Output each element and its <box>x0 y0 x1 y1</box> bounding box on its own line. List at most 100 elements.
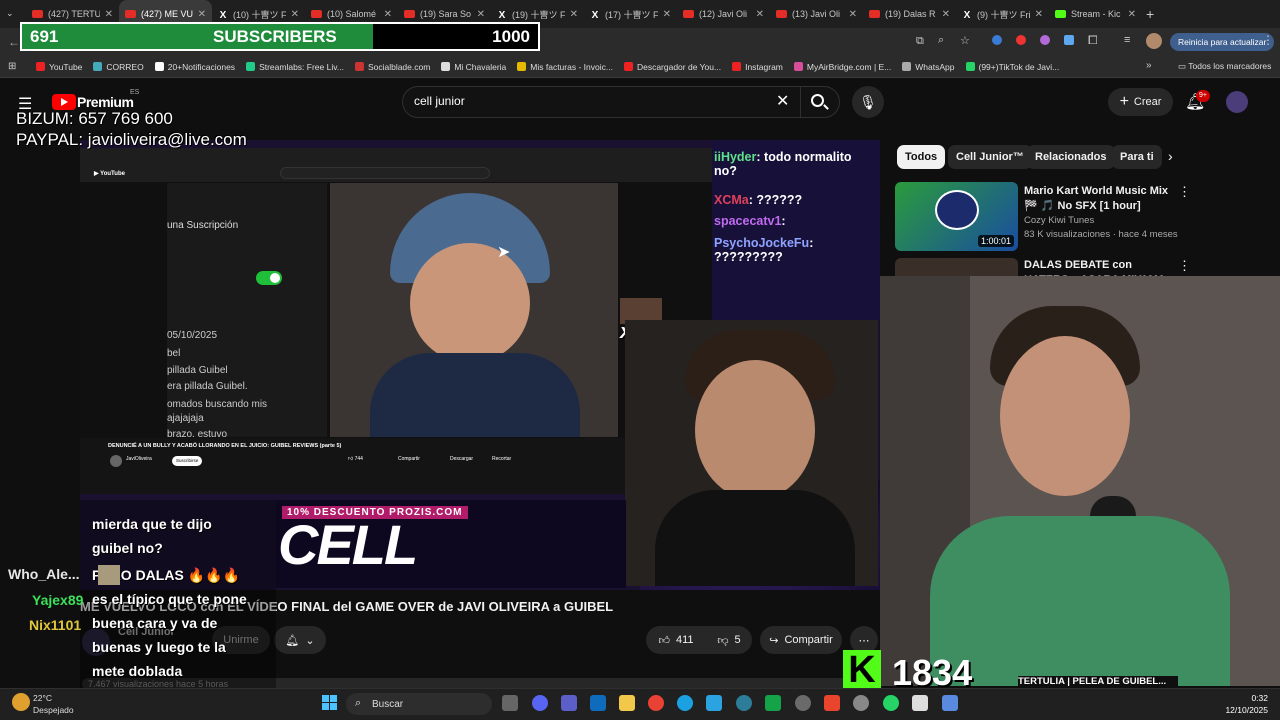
bookmark-item[interactable]: (99+)TikTok de Javi... <box>965 62 1059 72</box>
chat-username: XCMa <box>714 193 749 207</box>
recommendation-title[interactable]: TERTULIA | PELEA DE GUIBEL... <box>1018 676 1178 688</box>
bookmark-item[interactable]: YouTube <box>36 62 82 72</box>
update-button[interactable]: Reinicia para actualizar <box>1170 33 1275 51</box>
share-button[interactable]: ↪ Compartir <box>760 626 842 654</box>
recommendation-thumbnail[interactable] <box>895 258 1018 276</box>
browser-tab[interactable]: Stream - Kic ✕ <box>1049 0 1142 28</box>
close-tab-icon[interactable]: ✕ <box>105 9 113 20</box>
recommendation-channel[interactable]: Cozy Kiwi Tunes <box>1024 215 1094 226</box>
telegram-icon[interactable] <box>706 695 722 711</box>
close-tab-icon[interactable]: ✕ <box>477 9 485 20</box>
reading-list-icon[interactable]: ≡ <box>1124 34 1130 46</box>
all-bookmarks-folder[interactable]: ▭ Todos los marcadores <box>1178 61 1271 72</box>
scrollbar[interactable] <box>1268 82 1274 272</box>
new-tab-icon[interactable]: + <box>1146 6 1154 22</box>
bookmark-item[interactable]: Mi Chavaleria <box>441 62 506 72</box>
search-button[interactable] <box>800 87 840 117</box>
clear-search-icon[interactable]: ✕ <box>776 91 789 111</box>
dislike-button[interactable]: 👎︎ 5 <box>706 626 752 654</box>
back-arrow-icon[interactable]: ← <box>8 35 20 49</box>
weather-widget[interactable]: 22°C Despejado <box>33 692 74 716</box>
browser-tab[interactable]: X (17) 十曺ツ F ✕ <box>584 0 677 28</box>
bookmark-item[interactable]: Mis facturas - Invoic... <box>517 62 613 72</box>
system-clock[interactable]: 0:32 12/10/2025 <box>1225 692 1268 716</box>
more-bookmarks-icon[interactable]: » <box>1146 60 1152 71</box>
app-icon[interactable] <box>824 695 840 711</box>
settings-gear-icon[interactable] <box>942 695 958 711</box>
taskbar-search[interactable]: ⌕ Buscar <box>346 693 492 715</box>
subscribed-bell-button[interactable]: 🔔︎ ⌄ <box>274 626 326 654</box>
windows-start-icon[interactable] <box>322 695 338 711</box>
cast-icon[interactable]: ⧉ <box>916 35 924 48</box>
recommendation-thumbnail[interactable]: 1:00:01 <box>895 182 1018 251</box>
search-box[interactable] <box>402 86 840 118</box>
close-tab-icon[interactable]: ✕ <box>942 9 950 20</box>
filter-chip[interactable]: Todos <box>897 145 946 169</box>
voice-search-button[interactable]: 🎙 <box>852 86 884 118</box>
file-explorer-icon[interactable] <box>619 695 635 711</box>
close-tab-icon[interactable]: ✕ <box>849 9 857 20</box>
bookmark-item[interactable]: MyAirBridge.com | E... <box>793 62 891 72</box>
app-icon[interactable] <box>912 695 928 711</box>
chrome-icon[interactable] <box>648 695 664 711</box>
bookmark-item[interactable]: CORREO <box>93 62 144 72</box>
bookmark-item[interactable]: 20+Notificaciones <box>154 62 235 72</box>
bookmark-item[interactable]: Streamlabs: Free Liv... <box>246 62 344 72</box>
outlook-icon[interactable] <box>590 695 606 711</box>
browser-tab[interactable]: X (9) 十曺ツ Fri ✕ <box>956 0 1049 28</box>
edge-icon[interactable] <box>677 695 693 711</box>
recommendation-title[interactable]: DALAS DEBATE con HATERS y ASARA MIYAMA <box>1024 258 1169 276</box>
youtube-premium-label[interactable]: Premium <box>77 94 134 110</box>
obs-icon[interactable] <box>795 695 811 711</box>
search-input[interactable]: cell junior <box>414 94 465 108</box>
filter-chip[interactable]: Cell Junior™ <box>948 145 1032 169</box>
close-tab-icon[interactable]: ✕ <box>1035 9 1043 20</box>
bookmark-item[interactable]: Descargador de You... <box>623 62 721 72</box>
extension-icon[interactable] <box>1064 35 1074 45</box>
menu-kebab-icon[interactable]: ⋮ <box>1262 33 1274 47</box>
apps-grid-icon[interactable]: ⊞ <box>8 61 16 72</box>
bookmark-star-icon[interactable]: ☆ <box>960 34 970 47</box>
extension-icon[interactable] <box>1016 35 1026 45</box>
close-tab-icon[interactable]: ✕ <box>1128 9 1136 20</box>
browser-tab[interactable]: (12) Javi Oli ✕ <box>677 0 770 28</box>
like-button[interactable]: 👍︎ 411 <box>646 626 706 654</box>
extension-icon[interactable] <box>992 35 1002 45</box>
filter-chip[interactable]: Relacionados <box>1027 145 1115 169</box>
task-view-icon[interactable] <box>502 695 518 711</box>
browser-tab[interactable]: (19) Dalas R ✕ <box>863 0 956 28</box>
close-tab-icon[interactable]: ✕ <box>198 9 206 20</box>
weather-icon[interactable] <box>12 693 30 711</box>
filter-chip[interactable]: Para ti <box>1112 145 1162 169</box>
discord-icon[interactable] <box>532 695 548 711</box>
whatsapp-icon[interactable] <box>883 695 899 711</box>
youtube-logo-icon[interactable] <box>52 94 76 110</box>
recommendation-title[interactable]: Mario Kart World Music Mix 🏁 🎵 No SFX [1… <box>1024 184 1169 214</box>
create-button[interactable]: + Crear <box>1108 88 1173 116</box>
chevron-right-icon[interactable]: › <box>1168 148 1173 164</box>
profile-avatar[interactable] <box>1146 33 1162 49</box>
close-tab-icon[interactable]: ✕ <box>756 9 764 20</box>
zoom-icon[interactable]: ⌕ <box>938 34 944 47</box>
app-icon[interactable] <box>736 695 752 711</box>
extension-icon[interactable] <box>1040 35 1050 45</box>
bookmark-item[interactable]: WhatsApp <box>902 62 955 72</box>
teams-icon[interactable] <box>561 695 577 711</box>
close-tab-icon[interactable]: ✕ <box>291 9 299 20</box>
close-tab-icon[interactable]: ✕ <box>663 9 671 20</box>
youtube-favicon-icon <box>683 10 694 18</box>
close-tab-icon[interactable]: ✕ <box>570 9 578 20</box>
subscriber-count: 691 <box>30 27 59 46</box>
app-icon[interactable] <box>765 695 781 711</box>
side-text: una Suscripción <box>167 220 239 231</box>
app-icon[interactable] <box>853 695 869 711</box>
more-vertical-icon[interactable]: ⋮ <box>1178 184 1191 200</box>
close-tab-icon[interactable]: ✕ <box>384 9 392 20</box>
more-vertical-icon[interactable]: ⋮ <box>1178 258 1191 274</box>
extensions-puzzle-icon[interactable]: ⧠ <box>1088 33 1098 48</box>
bookmark-item[interactable]: Socialblade.com <box>354 62 430 72</box>
bookmark-item[interactable]: Instagram <box>732 62 783 72</box>
browser-tab[interactable]: (13) Javi Oli ✕ <box>770 0 863 28</box>
account-avatar[interactable] <box>1226 91 1248 113</box>
tab-search-icon[interactable]: ⌄ <box>6 8 18 20</box>
